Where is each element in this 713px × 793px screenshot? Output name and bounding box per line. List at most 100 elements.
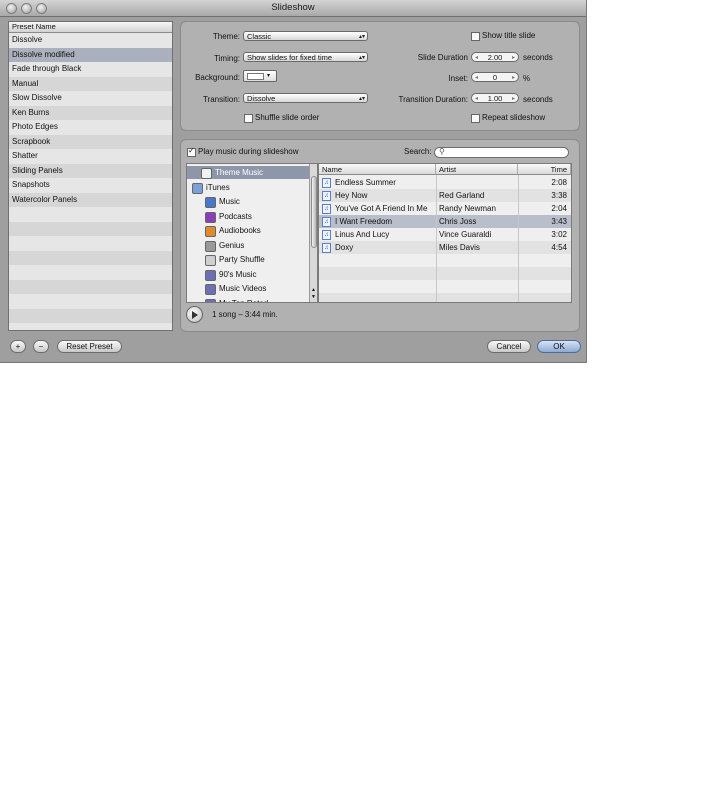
- itunes-icon: [192, 182, 203, 194]
- source-item[interactable]: Music: [187, 195, 309, 208]
- increment-icon[interactable]: ▸: [512, 73, 515, 83]
- audiobook-icon: [205, 226, 216, 237]
- source-label: Party Shuffle: [219, 255, 265, 264]
- search-input[interactable]: ⚲: [434, 147, 569, 158]
- slideshow-window: Slideshow Preset Name Dissolve Dissolve m…: [0, 0, 587, 363]
- song-row[interactable]: ♫ You've Got A Friend In Me Randy Newman 2:…: [319, 202, 571, 215]
- source-label: iTunes: [206, 182, 230, 192]
- theme-popup[interactable]: Classic ▴▾: [243, 31, 368, 41]
- song-row[interactable]: ♫ Doxy Miles Davis 4:54: [319, 241, 571, 254]
- play-music-checkbox[interactable]: [187, 146, 196, 157]
- source-item[interactable]: Party Shuffle: [187, 253, 309, 266]
- source-item[interactable]: My Top Rated: [187, 297, 309, 302]
- reset-preset-button[interactable]: Reset Preset: [57, 340, 122, 353]
- music-summary: 1 song – 3:44 min.: [212, 310, 278, 319]
- preset-item[interactable]: Manual: [9, 76, 172, 91]
- transition-duration-stepper[interactable]: ◂ 1.00 ▸: [471, 93, 519, 103]
- song-row[interactable]: ♫ Hey Now Red Garland 3:38: [319, 189, 571, 202]
- scroll-up-icon[interactable]: ▲: [311, 288, 316, 293]
- decrement-icon[interactable]: ◂: [475, 94, 478, 104]
- preset-item[interactable]: Fade through Black: [9, 62, 172, 77]
- song-row[interactable]: ♫ I Want Freedom Chris Joss 3:43: [319, 215, 571, 228]
- remove-preset-button[interactable]: −: [33, 340, 49, 353]
- preset-item[interactable]: Sliding Panels: [9, 163, 172, 178]
- song-name: Linus And Lucy: [335, 230, 390, 239]
- show-title-slide-checkbox[interactable]: [471, 32, 480, 41]
- search-icon: ⚲: [439, 147, 445, 156]
- source-item[interactable]: Theme Music: [187, 166, 309, 179]
- song-row[interactable]: ♫ Endless Summer 2:08: [319, 176, 571, 189]
- shuffle-checkbox[interactable]: [244, 114, 253, 123]
- source-label: Music Videos: [219, 284, 267, 293]
- empty-row: [319, 254, 571, 267]
- transition-duration-label: Transition Duration:: [398, 95, 468, 104]
- source-list-scrollbar[interactable]: ▲ ▼: [309, 164, 317, 302]
- source-label: 90's Music: [219, 269, 257, 279]
- decrement-icon[interactable]: ◂: [475, 53, 478, 63]
- preset-item[interactable]: Photo Edges: [9, 120, 172, 135]
- empty-row: [9, 308, 172, 323]
- song-name: Doxy: [335, 243, 354, 252]
- song-file-icon: ♫: [322, 191, 331, 201]
- scroll-down-icon[interactable]: ▼: [311, 295, 316, 300]
- song-file-icon: ♫: [322, 217, 331, 227]
- column-divider: [518, 175, 519, 302]
- inset-label: Inset:: [448, 74, 468, 83]
- play-preview-button[interactable]: [186, 306, 203, 323]
- preset-item[interactable]: Scrapbook: [9, 134, 172, 149]
- popup-arrows-icon: ▴▾: [358, 34, 365, 40]
- song-row[interactable]: ♫ Linus And Lucy Vince Guaraldi 3:02: [319, 228, 571, 241]
- preset-list-header[interactable]: Preset Name: [9, 22, 172, 33]
- podcast-icon: [205, 211, 216, 223]
- column-header-name[interactable]: Name: [319, 164, 436, 175]
- repeat-slideshow-checkbox[interactable]: [471, 114, 480, 123]
- column-divider: [436, 175, 437, 302]
- source-item[interactable]: ▼iTunes: [187, 181, 309, 194]
- background-color-well[interactable]: ▾: [243, 70, 277, 82]
- song-file-icon: ♫: [322, 230, 331, 240]
- preset-item[interactable]: Watercolor Panels: [9, 192, 172, 207]
- increment-icon[interactable]: ▸: [512, 53, 515, 63]
- source-item[interactable]: Genius: [187, 239, 309, 252]
- scrollbar-thumb[interactable]: [311, 176, 317, 248]
- cancel-button[interactable]: Cancel: [487, 340, 531, 353]
- source-label: Audiobooks: [219, 226, 261, 235]
- add-preset-button[interactable]: +: [10, 340, 26, 353]
- source-label: Music: [219, 197, 240, 206]
- song-name: I Want Freedom: [335, 217, 393, 226]
- party-shuffle-icon: [205, 255, 216, 266]
- chevron-down-icon: ▾: [267, 73, 271, 79]
- slide-duration-unit: seconds: [523, 53, 553, 62]
- preset-item[interactable]: Dissolve modified: [9, 47, 172, 62]
- source-item[interactable]: Audiobooks: [187, 224, 309, 237]
- song-artist: Vince Guaraldi: [439, 230, 492, 239]
- preset-item[interactable]: Ken Burns: [9, 105, 172, 120]
- empty-row: [9, 279, 172, 294]
- empty-row: [9, 221, 172, 236]
- play-music-label: Play music during slideshow: [198, 147, 299, 156]
- preset-item[interactable]: Shatter: [9, 149, 172, 164]
- music-source-list: Theme Music▼iTunesMusicPodcastsAudiobook…: [186, 163, 318, 303]
- slide-duration-stepper[interactable]: ◂ 2.00 ▸: [471, 52, 519, 62]
- inset-stepper[interactable]: ◂ 0 ▸: [471, 72, 519, 82]
- transition-popup[interactable]: Dissolve ▴▾: [243, 93, 368, 103]
- timing-value: Show slides for fixed time: [247, 53, 333, 62]
- column-header-time[interactable]: Time: [518, 164, 571, 175]
- song-file-icon: ♫: [322, 204, 331, 214]
- timing-popup[interactable]: Show slides for fixed time ▴▾: [243, 52, 368, 62]
- source-item[interactable]: Music Videos: [187, 282, 309, 295]
- transition-label: Transition:: [202, 95, 240, 104]
- preset-item[interactable]: Snapshots: [9, 178, 172, 193]
- song-time: 2:08: [551, 178, 567, 187]
- ok-button[interactable]: OK: [537, 340, 581, 353]
- song-time: 3:38: [551, 191, 567, 200]
- column-header-artist[interactable]: Artist: [436, 164, 518, 175]
- increment-icon[interactable]: ▸: [512, 94, 515, 104]
- preset-item[interactable]: Dissolve: [9, 33, 172, 48]
- source-item[interactable]: 90's Music: [187, 268, 309, 281]
- transition-duration-value: 1.00: [487, 94, 503, 103]
- decrement-icon[interactable]: ◂: [475, 73, 478, 83]
- source-item[interactable]: Podcasts: [187, 210, 309, 223]
- transition-duration-unit: seconds: [523, 95, 553, 104]
- preset-item[interactable]: Slow Dissolve: [9, 91, 172, 106]
